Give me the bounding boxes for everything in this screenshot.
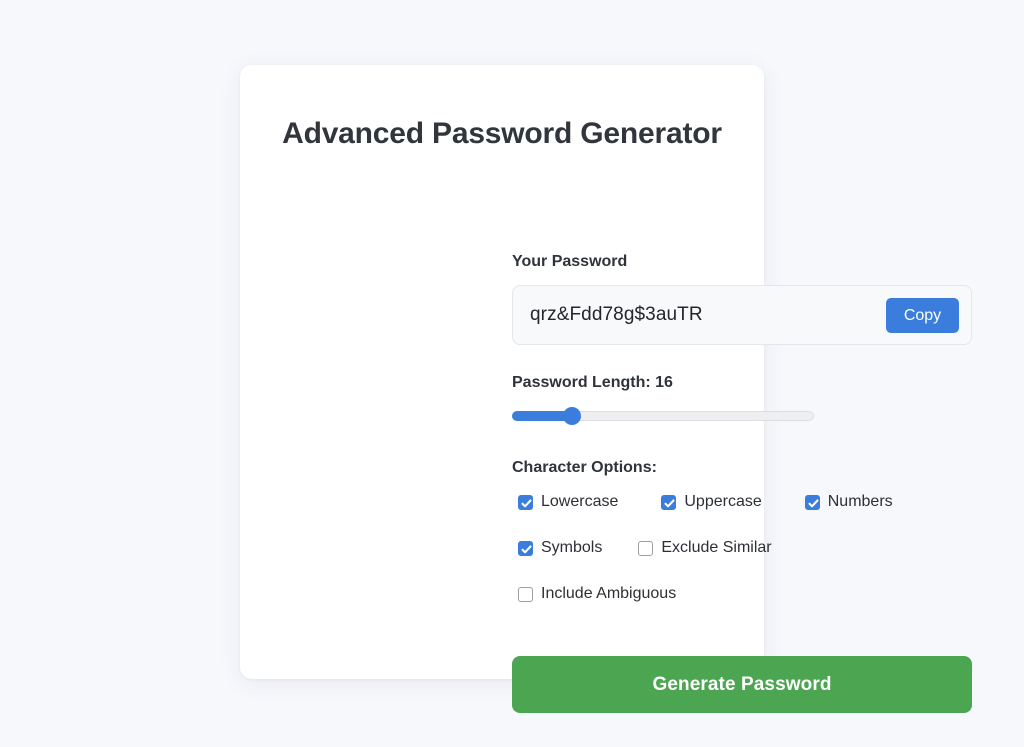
password-value[interactable]: qrz&Fdd78g$3auTR [530,286,703,344]
copy-button[interactable]: Copy [886,298,959,333]
character-options-row-1: Lowercase Uppercase Numbers [518,491,893,513]
password-generator-card: Advanced Password Generator Your Passwor… [240,65,972,713]
character-options-row-3: Include Ambiguous [518,583,676,605]
checkbox-unchecked-icon[interactable] [518,586,533,602]
option-label-exclude-similar: Exclude Similar [661,539,772,556]
option-label-include-ambiguous: Include Ambiguous [541,585,677,602]
password-length-label: Password Length: 16 [512,374,673,391]
option-uppercase[interactable]: Uppercase [661,493,762,511]
checkbox-unchecked-icon[interactable] [638,540,654,556]
option-label-numbers: Numbers [827,493,893,510]
option-label-uppercase: Uppercase [684,493,762,510]
app-root: Advanced Password Generator Your Passwor… [0,0,1024,747]
character-options-row-2: Symbols Exclude Similar [518,537,772,559]
character-options-label: Character Options: [512,459,657,476]
checkbox-checked-icon[interactable] [661,494,677,510]
option-label-symbols: Symbols [541,539,603,556]
password-length-slider[interactable] [512,407,814,425]
checkbox-checked-icon[interactable] [804,494,820,510]
option-exclude-similar[interactable]: Exclude Similar [638,539,772,557]
password-field-label: Your Password [512,253,628,270]
option-label-lowercase: Lowercase [541,493,619,510]
option-lowercase[interactable]: Lowercase [518,493,618,511]
password-field[interactable]: qrz&Fdd78g$3auTR Copy [512,285,972,345]
option-numbers[interactable]: Numbers [804,493,893,511]
option-include-ambiguous[interactable]: Include Ambiguous [518,585,676,603]
checkbox-checked-icon[interactable] [518,540,533,556]
slider-thumb[interactable] [563,407,581,425]
option-symbols[interactable]: Symbols [518,539,602,557]
checkbox-checked-icon[interactable] [518,494,533,510]
generate-password-button[interactable]: Generate Password [512,656,972,713]
page-title: Advanced Password Generator [282,117,722,150]
